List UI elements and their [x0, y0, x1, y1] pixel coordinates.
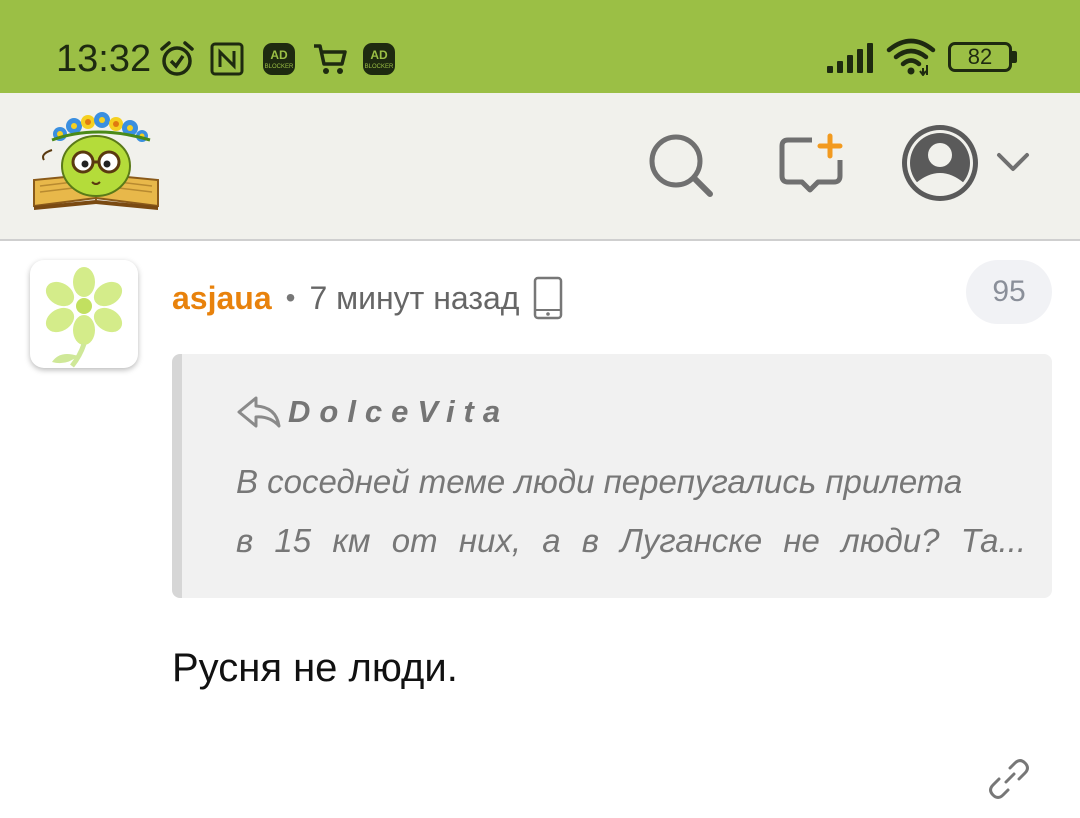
- status-bar: 13:32 AD BLOCKER AD BLOCKER 82: [0, 0, 1080, 93]
- cart-icon: [314, 44, 347, 74]
- comment-time: 7 минут назад: [309, 279, 520, 316]
- adblocker-sublabel: BLOCKER: [265, 64, 294, 70]
- quote-header: DolceVita: [236, 394, 509, 430]
- site-logo[interactable]: [30, 110, 162, 214]
- meta-separator: •: [285, 282, 296, 313]
- signal-icon: [827, 43, 873, 73]
- quote-line-1: В соседней теме люди перепугались прилет…: [236, 463, 963, 500]
- comment-meta: asjaua • 7 минут назад: [172, 276, 563, 320]
- nfc-icon: [210, 42, 244, 76]
- battery-tip: [1012, 51, 1017, 63]
- search-icon[interactable]: [646, 132, 716, 200]
- adblocker-sublabel: BLOCKER: [365, 64, 394, 70]
- quote-line-2: в 15 км от них, а в Луганске не люди? Та…: [236, 522, 1026, 559]
- alarm-icon: [160, 41, 194, 76]
- adblocker-label: AD: [370, 48, 388, 62]
- battery-icon: 82: [948, 42, 1012, 72]
- comment-body: Русня не люди.: [172, 646, 458, 690]
- comment-author[interactable]: asjaua: [172, 280, 272, 317]
- reply-arrow-icon: [237, 396, 281, 428]
- adblocker-icon: AD BLOCKER: [263, 43, 295, 75]
- quote-text: В соседней теме люди перепугались прилет…: [236, 452, 1026, 570]
- status-time: 13:32: [56, 38, 152, 80]
- battery-level: 82: [967, 44, 993, 69]
- adblocker-icon: AD BLOCKER: [363, 43, 395, 75]
- quoted-reply[interactable]: DolceVita В соседней теме люди перепугал…: [172, 354, 1052, 598]
- user-avatar-icon[interactable]: [900, 123, 980, 203]
- adblocker-label: AD: [270, 48, 288, 62]
- comment-number-badge[interactable]: 95: [966, 260, 1052, 324]
- quote-author[interactable]: DolceVita: [288, 394, 509, 430]
- author-avatar[interactable]: [30, 260, 138, 368]
- flower-avatar-icon: [45, 267, 123, 368]
- mobile-phone-icon: [534, 276, 563, 320]
- link-icon[interactable]: [986, 756, 1032, 802]
- new-message-icon[interactable]: [776, 132, 848, 198]
- wifi-icon: [886, 38, 936, 76]
- chevron-down-icon[interactable]: [996, 150, 1030, 174]
